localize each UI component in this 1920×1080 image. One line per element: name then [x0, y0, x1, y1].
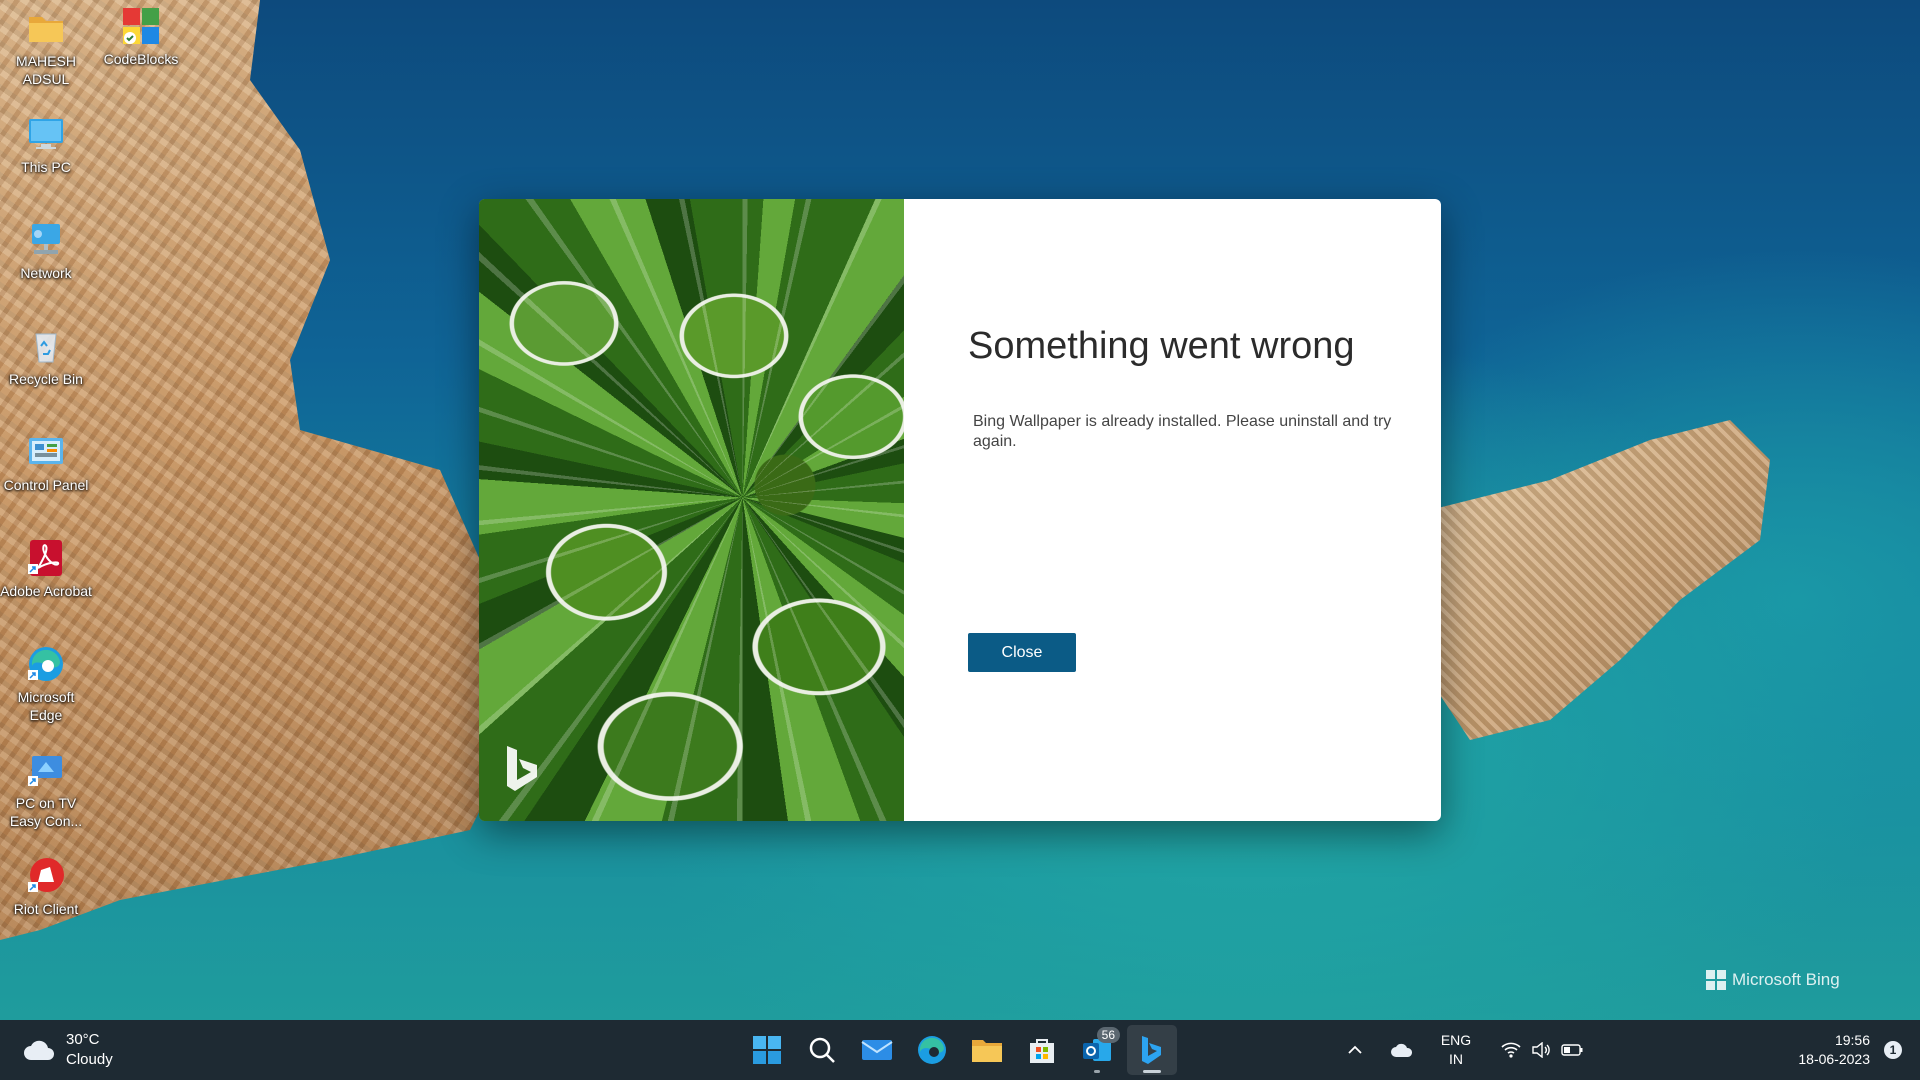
language-code: ENG: [1440, 1032, 1472, 1048]
network-icon: [26, 220, 66, 260]
notification-count-badge: 1: [1884, 1041, 1902, 1059]
desktop-icon-codeblocks[interactable]: CodeBlocks: [95, 6, 187, 68]
riot-client-icon: [26, 856, 66, 896]
show-hidden-icons-button[interactable]: [1340, 1020, 1370, 1080]
desktop-icon-riot-client[interactable]: Riot Client: [0, 856, 92, 918]
bing-logo-icon: [501, 742, 545, 803]
edge-button[interactable]: [907, 1025, 957, 1075]
edge-icon: [918, 1036, 946, 1064]
wifi-icon: [1501, 1042, 1521, 1058]
notifications-button[interactable]: 1: [1878, 1020, 1908, 1080]
bing-icon: [1142, 1036, 1161, 1064]
windows-start-icon: [753, 1036, 781, 1064]
bing-watermark: Microsoft Bing: [1706, 970, 1840, 990]
onedrive-button[interactable]: [1384, 1020, 1420, 1080]
pc-on-tv-icon: [26, 750, 66, 790]
clock-date: 18-06-2023: [1798, 1051, 1870, 1067]
microsoft-logo-icon: [1706, 970, 1726, 990]
search-icon: [809, 1037, 835, 1063]
microsoft-store-button[interactable]: [1017, 1025, 1067, 1075]
desktop-icon-control-panel[interactable]: Control Panel: [0, 432, 92, 494]
desktop-icon-microsoft-edge[interactable]: Microsoft Edge: [0, 644, 92, 724]
onedrive-cloud-icon: [1391, 1043, 1413, 1057]
clock-button[interactable]: 19:56 18-06-2023: [1760, 1020, 1870, 1080]
store-icon: [1030, 1039, 1054, 1063]
watermark-text: Microsoft Bing: [1732, 970, 1840, 989]
search-button[interactable]: [797, 1025, 847, 1075]
adobe-acrobat-icon: [26, 538, 66, 578]
desktop-icon-adobe-acrobat[interactable]: Adobe Acrobat: [0, 538, 92, 600]
cloud-icon: [24, 1040, 54, 1060]
folder-icon: [972, 1040, 1002, 1062]
monitor-icon: [26, 114, 66, 154]
error-dialog: Something went wrong Bing Wallpaper is a…: [479, 199, 1441, 821]
control-panel-icon: [26, 432, 66, 472]
codeblocks-icon: [121, 6, 161, 46]
desktop-icon-recycle-bin[interactable]: Recycle Bin: [0, 326, 92, 388]
bing-wallpaper-button[interactable]: [1127, 1025, 1177, 1075]
taskbar: 30°C Cloudy 56 ENG IN 19:56 18-06-2023 1: [0, 1020, 1920, 1080]
desktop-icon-network[interactable]: Network: [0, 220, 92, 282]
desktop-icon-this-pc[interactable]: This PC: [0, 114, 92, 176]
network-volume-battery[interactable]: [1494, 1020, 1590, 1080]
battery-icon: [1561, 1044, 1583, 1056]
clock-time: 19:56: [1834, 1032, 1870, 1048]
close-button[interactable]: Close: [968, 633, 1076, 672]
desktop-icon-mahesh-adsul[interactable]: MAHESH ADSUL: [0, 8, 92, 88]
desktop-icon-pc-on-tv[interactable]: PC on TV Easy Con...: [0, 750, 92, 830]
recycle-bin-icon: [26, 326, 66, 366]
dialog-title: Something went wrong: [968, 325, 1355, 367]
wallpaper-castle: [1430, 420, 1770, 740]
file-explorer-button[interactable]: [962, 1025, 1012, 1075]
mail-button[interactable]: [852, 1025, 902, 1075]
outlook-button[interactable]: 56: [1072, 1025, 1122, 1075]
dialog-message: Bing Wallpaper is already installed. Ple…: [973, 413, 1392, 450]
dialog-succulent-image: [479, 199, 904, 821]
weather-condition: Cloudy: [66, 1051, 113, 1068]
weather-widget[interactable]: 30°C Cloudy: [22, 1030, 113, 1070]
chevron-up-icon: [1348, 1045, 1362, 1054]
folder-icon: [26, 8, 66, 48]
mail-icon: [861, 1040, 893, 1060]
start-button[interactable]: [742, 1025, 792, 1075]
language-indicator[interactable]: ENG IN: [1432, 1020, 1480, 1080]
volume-icon: [1532, 1042, 1550, 1058]
region-code: IN: [1449, 1051, 1463, 1067]
weather-temp: 30°C: [66, 1031, 100, 1048]
dialog-content: Something went wrong Bing Wallpaper is a…: [904, 199, 1441, 821]
edge-icon: [26, 644, 66, 684]
outlook-badge: 56: [1096, 1027, 1120, 1043]
